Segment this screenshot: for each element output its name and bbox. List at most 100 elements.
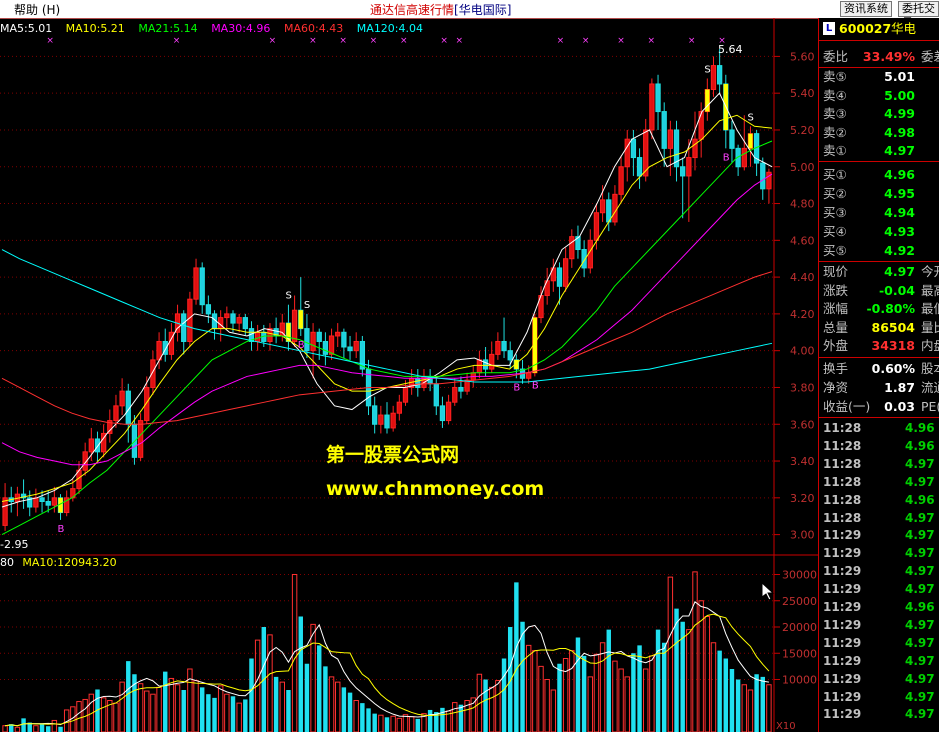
candle-body [113, 405, 119, 422]
candle-body [88, 438, 94, 453]
volume-bar [507, 627, 513, 732]
volume-bar [704, 616, 711, 732]
candle-body [636, 157, 643, 177]
candle-body [526, 372, 532, 379]
volume-bar [14, 726, 21, 732]
bid-row: 买① 4.96 [821, 166, 939, 184]
tick-price: 4.97 [905, 689, 935, 704]
candle-body [316, 331, 322, 342]
volume-bar [655, 629, 661, 732]
volume-bar [575, 637, 581, 732]
tick-price: 4.97 [905, 653, 935, 668]
tick-row: 11:29 4.97 [821, 670, 939, 688]
candle-body [452, 386, 458, 403]
price-axis-label: 4.00 [790, 345, 815, 358]
quote-row-extra: 最低 [921, 301, 939, 316]
tick-row: 11:29 4.97 [821, 616, 939, 634]
volume-legend-item: 80 [0, 556, 14, 569]
tick-time: 11:29 [823, 653, 862, 668]
tick-time: 11:29 [823, 582, 862, 597]
candle-body [569, 236, 575, 260]
bid-row-label: 买① [823, 167, 847, 182]
trade-button[interactable]: 委托交易 [898, 1, 939, 29]
ask-row-label: 卖② [823, 124, 847, 140]
volume-bar [137, 683, 144, 732]
volume-bar [557, 663, 562, 732]
tick-price: 4.97 [905, 474, 935, 489]
fin-row-extra: PE(动 [921, 399, 939, 414]
volume-bar [168, 677, 175, 732]
volume-bar [279, 681, 285, 732]
tick-time: 11:29 [823, 689, 862, 704]
tick-time: 11:29 [823, 564, 862, 579]
weibi-row: 委比 33.49% 委差 [821, 48, 939, 66]
volume-bar [33, 725, 39, 732]
bid-row-label: 买⑤ [823, 243, 847, 258]
fin-row-label: 收益(一) [823, 399, 871, 414]
price-axis-label: 3.20 [790, 492, 815, 505]
help-menu[interactable]: 帮助 (H) [14, 1, 60, 18]
candle-body [661, 111, 667, 149]
volume-bar [729, 669, 735, 732]
quote-row-value: 34318 [871, 338, 916, 353]
volume-bar [452, 702, 458, 732]
title-bar: 帮助 (H) 通达信高速行情[华电国际] 资讯系统 委托交易 [0, 0, 939, 29]
fin-row: 收益(一) 0.03 PE(动 [821, 398, 939, 416]
candle-body [495, 340, 501, 355]
bid-row-label: 买② [823, 186, 847, 201]
candle-body [439, 405, 446, 422]
ask-row: 卖② 4.98 [821, 124, 939, 142]
watermark-url: www.chnmoney.com [326, 478, 545, 500]
ma-legend-item: MA120:4.04 [356, 22, 424, 35]
candle-body [599, 199, 606, 214]
fin-row-value: 0.03 [884, 399, 915, 414]
candle-body [187, 298, 193, 342]
candle-body [415, 377, 421, 388]
volume-bar [181, 690, 186, 732]
bid-row-value: 4.92 [884, 243, 915, 258]
x-marker: × [400, 36, 408, 46]
candle-body [353, 340, 359, 352]
candle-body [433, 383, 439, 407]
quote-row-label: 涨跌 [823, 282, 849, 298]
volume-bar [649, 655, 655, 732]
candle-body [94, 438, 101, 453]
tick-row: 11:29 4.97 [821, 580, 939, 598]
volume-bar [631, 653, 636, 732]
fin-row-value: 0.60% [871, 361, 915, 376]
volume-bar [661, 642, 667, 732]
volume-bar [440, 707, 445, 732]
kline-chart[interactable]: 5.60 5.40 5.20 5.00 4.80 4.60 4.40 4.20 4.00 3.80… [0, 18, 818, 732]
volume-bar [51, 719, 58, 732]
tick-row: 11:29 4.97 [821, 688, 939, 706]
candle-body [618, 166, 624, 195]
tick-time: 11:28 [823, 492, 862, 507]
volume-bar [378, 714, 384, 732]
ma-legend-item: MA5:5.01 [0, 22, 53, 35]
volume-bar [612, 660, 618, 732]
volume-bar [193, 680, 199, 732]
signal-candle [298, 310, 303, 329]
tick-price: 4.96 [905, 492, 935, 507]
candle-body [698, 111, 704, 140]
tick-row: 11:29 4.97 [821, 526, 939, 544]
volume-bar [754, 674, 759, 732]
volume-axis-label: 25000 [782, 595, 817, 608]
x-marker: × [456, 36, 464, 46]
candle-body [458, 386, 464, 392]
quote-row-value: -0.04 [878, 282, 915, 298]
volume-bar [735, 679, 741, 732]
volume-bar [606, 629, 611, 732]
info-system-button[interactable]: 资讯系统 [840, 1, 892, 17]
tick-time: 11:29 [823, 528, 862, 543]
ask-row: 卖④ 5.00 [821, 87, 939, 105]
volume-bar [217, 685, 224, 732]
candle-body [236, 317, 242, 324]
candle-body [507, 350, 513, 361]
price-axis-label: 4.20 [790, 308, 815, 321]
candle-body [612, 193, 618, 223]
price-axis-label: 3.60 [790, 418, 815, 431]
ask-row-label: 卖① [823, 143, 847, 158]
candle-body [489, 353, 495, 370]
candle-body [199, 267, 205, 306]
